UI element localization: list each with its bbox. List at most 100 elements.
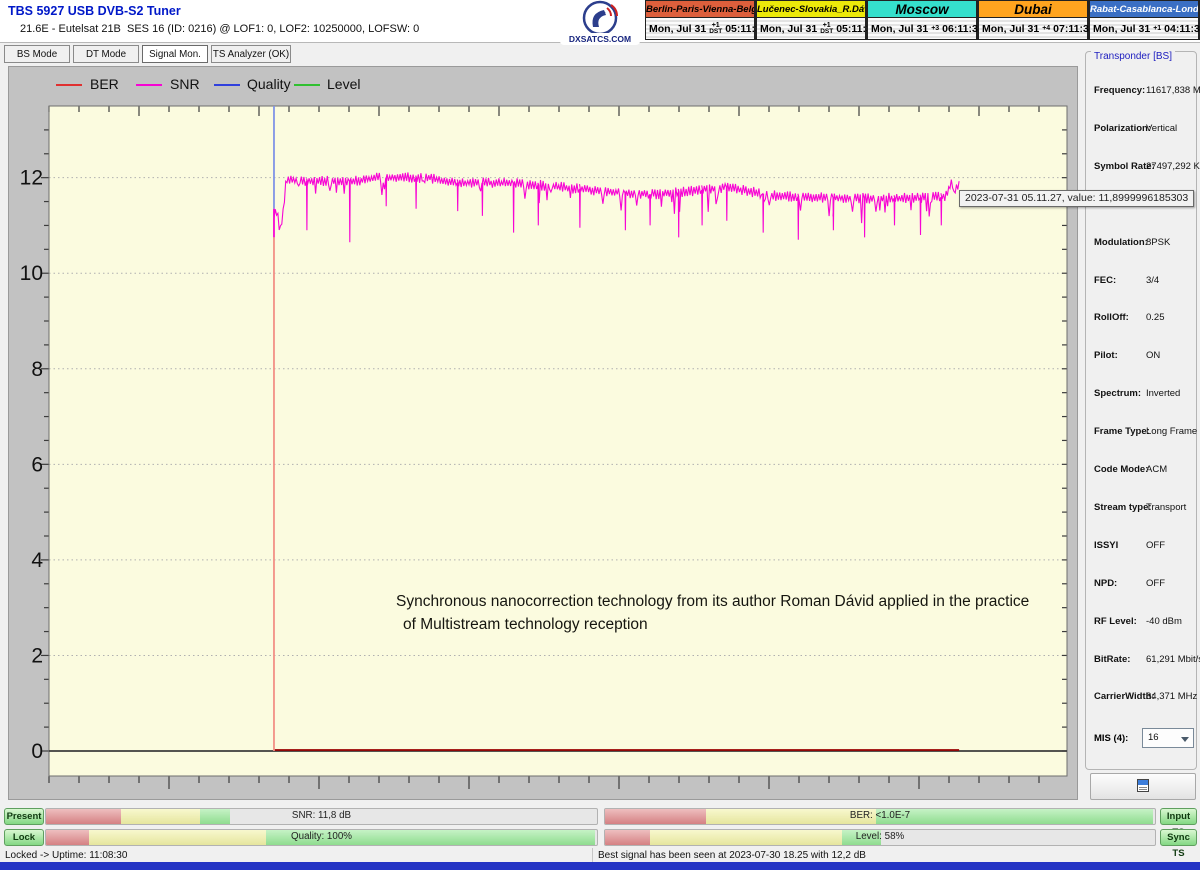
mis-dropdown[interactable]: 16 xyxy=(1142,728,1194,748)
field-label: NPD: xyxy=(1094,578,1117,589)
field-label: Stream type: xyxy=(1094,502,1152,513)
status-separator xyxy=(592,848,593,862)
transponder-sidebar: Transponder [BS] Frequency:11617,838 MHz… xyxy=(1084,45,1198,800)
svg-text:4: 4 xyxy=(31,549,43,572)
chart-plot-area[interactable]: 024681012 xyxy=(9,67,1077,799)
field-label: Modulation: xyxy=(1094,237,1148,248)
field-value: 61,291 Mbit/s xyxy=(1146,654,1200,665)
status-best-signal: Best signal has been seen at 2023-07-30 … xyxy=(598,850,866,861)
field-value: 3/4 xyxy=(1146,275,1159,286)
logo-text: DXSATCS.COM xyxy=(560,33,640,45)
field-label: Code Mode: xyxy=(1094,464,1148,475)
clock-time: Mon, Jul 31+407:11:39 xyxy=(978,17,1088,40)
field-label: ISSYI xyxy=(1094,540,1118,551)
field-value: Transport xyxy=(1146,502,1186,513)
tab-bs-mode[interactable]: BS Mode xyxy=(4,45,70,63)
tab-signal-mon[interactable]: Signal Mon. xyxy=(142,45,208,63)
clock-time: Mon, Jul 31+104:11:39 xyxy=(1089,17,1199,40)
transponder-field-13: NPD: OFF xyxy=(1086,578,1200,590)
clock-time: Mon, Jul 31+1DST05:11:39 xyxy=(645,17,755,40)
field-label: RollOff: xyxy=(1094,312,1129,323)
world-clocks-panel: Berlin-Paris-Vienna-BelgradeMon, Jul 31+… xyxy=(645,0,1200,40)
level-bar-text: Level: 58% xyxy=(605,831,1155,842)
present-button[interactable]: Present xyxy=(4,808,44,825)
lock-button[interactable]: Lock xyxy=(4,829,44,846)
field-label: Frequency: xyxy=(1094,85,1145,96)
clock-time: Mon, Jul 31+306:11:39 xyxy=(867,17,977,40)
field-value: Vertical xyxy=(1146,123,1177,134)
plot-background xyxy=(49,106,1067,776)
tab-ts-analyzer[interactable]: TS Analyzer (OK) xyxy=(211,45,291,63)
field-label: Polarization: xyxy=(1094,123,1151,134)
chart-annotation: Synchronous nanocorrection technology fr… xyxy=(396,590,1036,636)
transponder-field-12: ISSYIOFF xyxy=(1086,540,1200,552)
svg-text:6: 6 xyxy=(31,453,43,476)
quality-progress-bar: Quality: 100% xyxy=(45,829,598,846)
tab-dt-mode[interactable]: DT Mode xyxy=(73,45,139,63)
ts-tool-button[interactable] xyxy=(1090,773,1196,800)
svg-text:12: 12 xyxy=(20,167,43,190)
clock-city: Dubai xyxy=(978,0,1088,17)
mode-tabs: BS Mode DT Mode Signal Mon. TS Analyzer … xyxy=(4,45,291,64)
window-title: TBS 5927 USB DVB-S2 Tuner xyxy=(8,4,181,18)
quality-bar-text: Quality: 100% xyxy=(46,831,597,842)
clock-cell-4: Rabat-Casablanca-LondonMon, Jul 31+104:1… xyxy=(1089,0,1200,40)
clock-cell-0: Berlin-Paris-Vienna-BelgradeMon, Jul 31+… xyxy=(645,0,756,40)
clock-cell-3: DubaiMon, Jul 31+407:11:39 xyxy=(978,0,1089,40)
field-value: OFF xyxy=(1146,578,1165,589)
field-label: Frame Type: xyxy=(1094,426,1150,437)
field-label: Pilot: xyxy=(1094,350,1118,361)
transponder-groupbox: Transponder [BS] Frequency:11617,838 MHz… xyxy=(1085,51,1197,770)
svg-text:2: 2 xyxy=(31,644,43,667)
ber-bar-text: BER: <1.0E-7 xyxy=(605,810,1155,821)
transponder-field-9: Frame Type:Long Frame xyxy=(1086,426,1200,438)
legend-label-level: Level xyxy=(327,76,360,92)
input-ts-button[interactable]: Input TS xyxy=(1160,808,1197,825)
field-label: Spectrum: xyxy=(1094,388,1141,399)
clock-time: Mon, Jul 31+1DST05:11:39 xyxy=(756,17,866,40)
clock-city: Rabat-Casablanca-London xyxy=(1089,0,1199,17)
status-uptime: Locked -> Uptime: 11:08:30 xyxy=(5,850,127,861)
field-label: RF Level: xyxy=(1094,616,1137,627)
transponder-field-0: Frequency:11617,838 MHz xyxy=(1086,85,1200,97)
clock-cell-2: MoscowMon, Jul 31+306:11:39 xyxy=(867,0,978,40)
legend-line-snr xyxy=(136,84,162,86)
sync-ts-button[interactable]: Sync TS xyxy=(1160,829,1197,846)
transponder-field-7: Pilot:ON xyxy=(1086,350,1200,362)
svg-text:8: 8 xyxy=(31,358,43,381)
svg-text:0: 0 xyxy=(31,740,43,763)
field-value: -40 dBm xyxy=(1146,616,1182,627)
snr-progress-bar: SNR: 11,8 dB xyxy=(45,808,598,825)
field-value: 0.25 xyxy=(1146,312,1165,323)
field-value: 34,371 MHz xyxy=(1146,691,1197,702)
clock-city: Lučenec-Slovakia_R.Dávid xyxy=(756,0,866,17)
transponder-field-16: CarrierWidth:34,371 MHz xyxy=(1086,691,1200,703)
field-value: 8PSK xyxy=(1146,237,1170,248)
mis-selected-value: 16 xyxy=(1148,732,1159,743)
field-value: Long Frame xyxy=(1146,426,1197,437)
legend-line-ber xyxy=(56,84,82,86)
transponder-field-1: Polarization:Vertical xyxy=(1086,123,1200,135)
transponder-field-14: RF Level: -40 dBm xyxy=(1086,616,1200,628)
y-axis-labels: 024681012 xyxy=(20,167,44,763)
transponder-title: Transponder [BS] xyxy=(1091,51,1175,62)
buffer-icon xyxy=(1137,779,1149,792)
transponder-field-4: Modulation:8PSK xyxy=(1086,237,1200,249)
annotation-line-2: of Multistream technology reception xyxy=(396,613,1036,636)
transponder-field-11: Stream type:Transport xyxy=(1086,502,1200,514)
field-value: 11617,838 MHz xyxy=(1146,85,1200,96)
transponder-field-6: RollOff: 0.25 xyxy=(1086,312,1200,324)
snr-bar-text: SNR: 11,8 dB xyxy=(46,810,597,821)
dxsatcs-logo: DXSATCS.COM xyxy=(560,0,640,46)
field-value: ACM xyxy=(1146,464,1167,475)
transponder-field-10: Code Mode:ACM xyxy=(1086,464,1200,476)
transponder-field-15: BitRate:61,291 Mbit/s xyxy=(1086,654,1200,666)
transponder-field-8: Spectrum:Inverted xyxy=(1086,388,1200,400)
chevron-down-icon xyxy=(1181,737,1189,742)
status-bar: Locked -> Uptime: 11:08:30 Best signal h… xyxy=(0,848,1200,862)
ber-progress-bar: BER: <1.0E-7 xyxy=(604,808,1156,825)
level-progress-bar: Level: 58% xyxy=(604,829,1156,846)
signal-monitor-chart: 024681012 BER SNR Quality Level Synchron… xyxy=(8,66,1078,800)
chart-tooltip: 2023-07-31 05.11.27, value: 11,899999618… xyxy=(959,190,1194,207)
field-label: FEC: xyxy=(1094,275,1116,286)
